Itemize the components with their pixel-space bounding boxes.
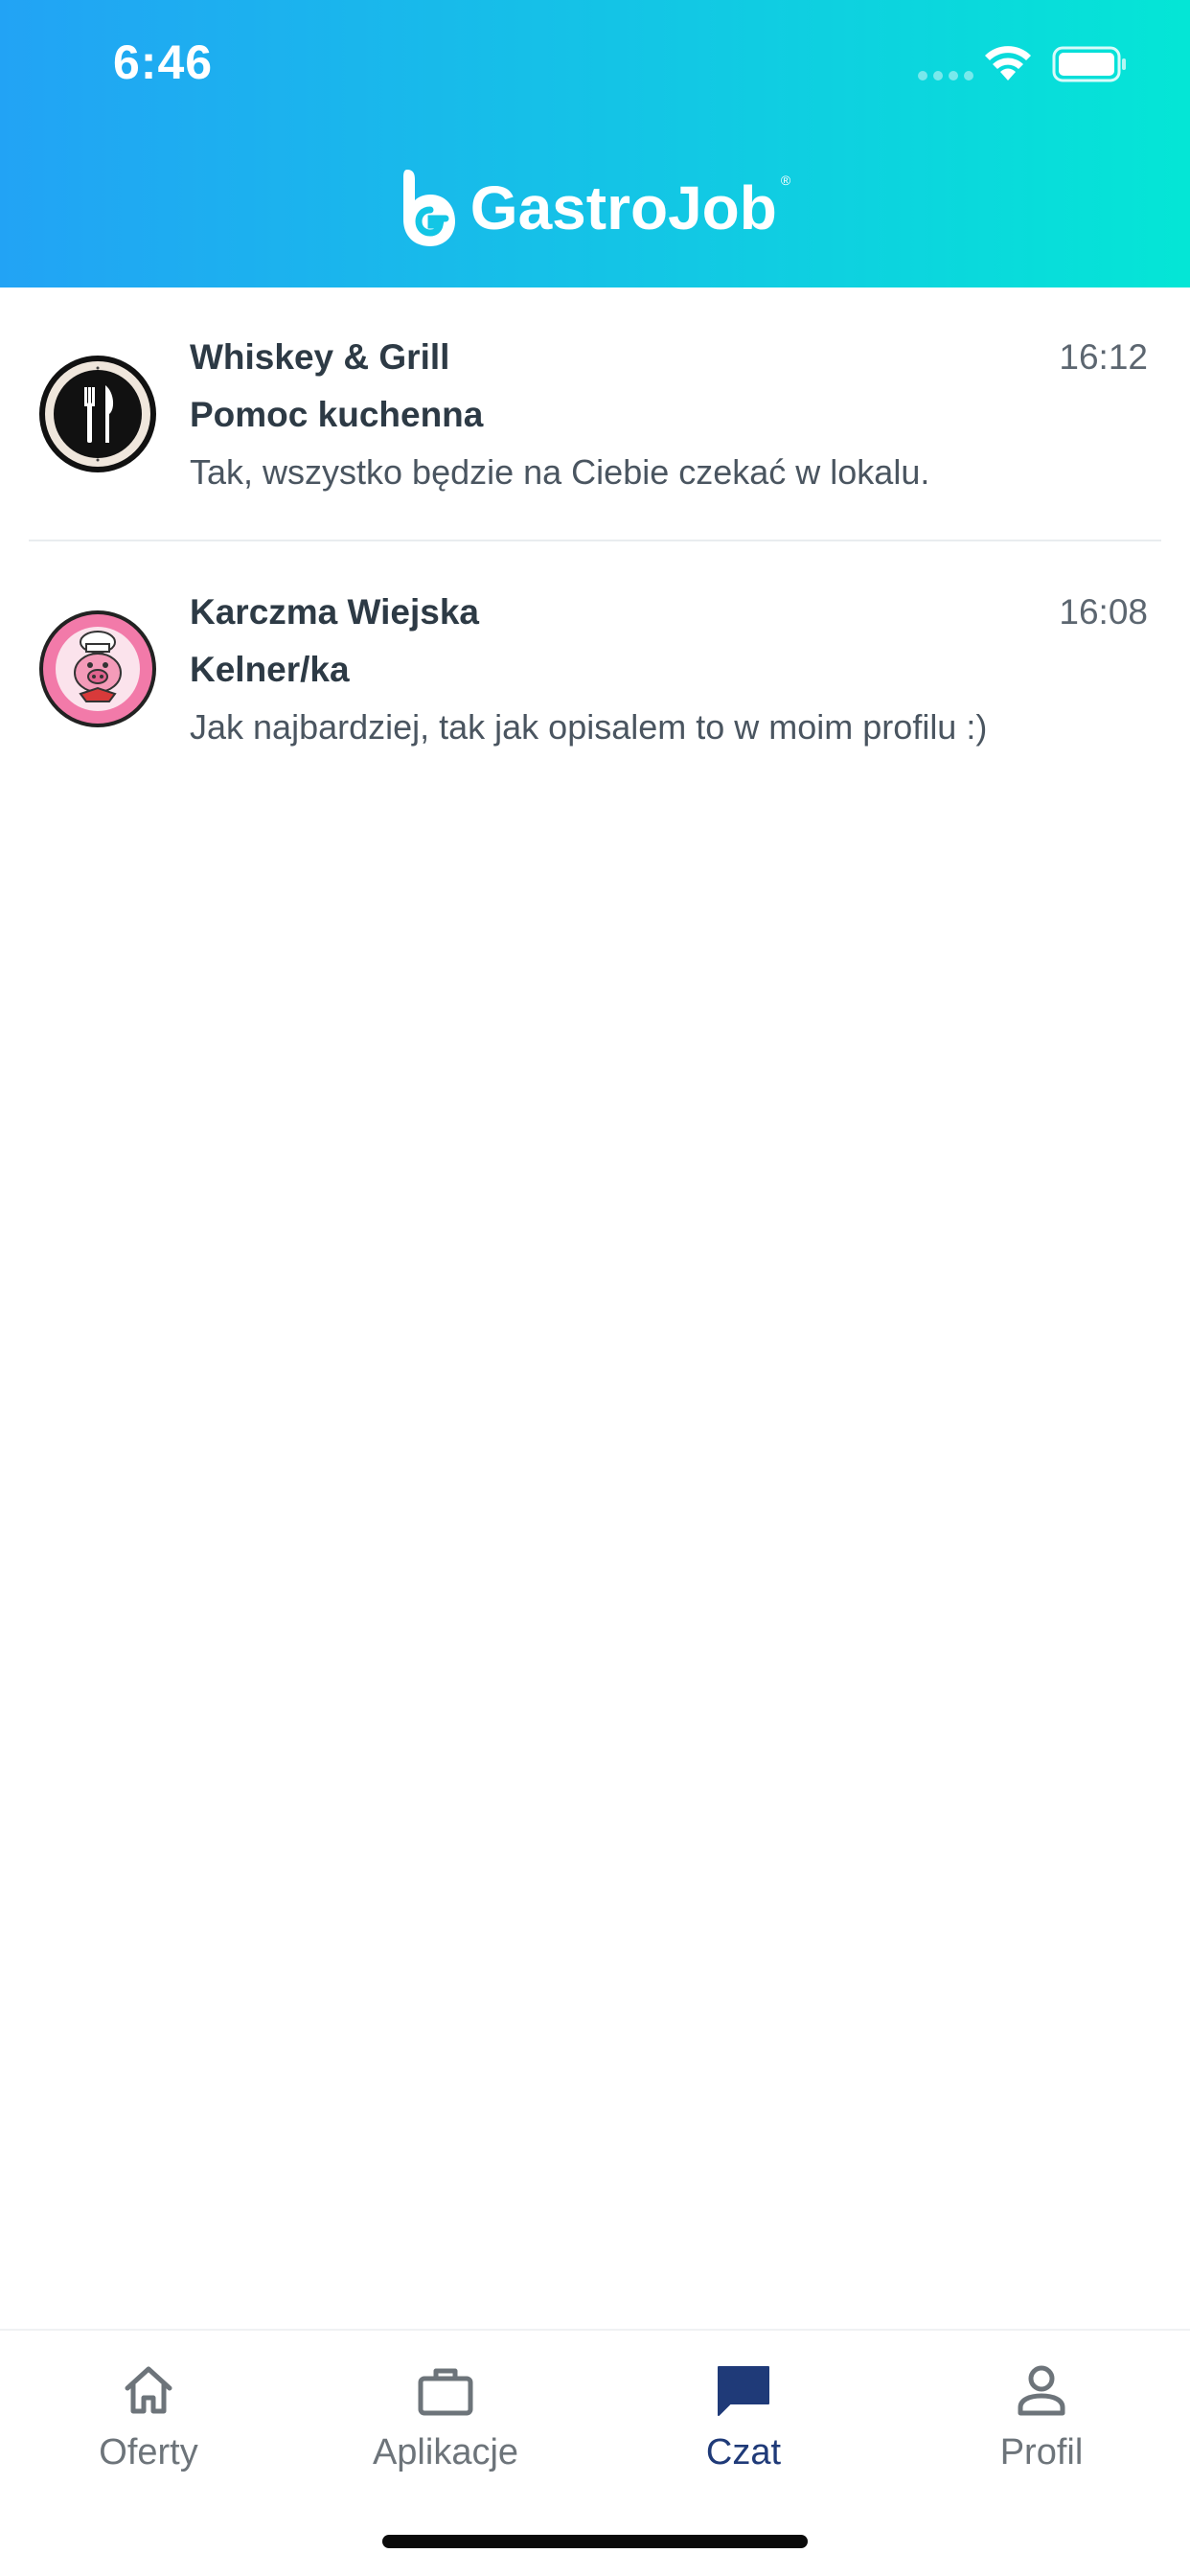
app-logo: GastroJob ® [0, 165, 1190, 251]
status-time: 6:46 [113, 35, 214, 89]
chat-last-message: Jak najbardziej, tak jak opisalem to w m… [190, 707, 988, 747]
cellular-signal-icon [918, 71, 973, 80]
fork-knife-logo-icon [39, 356, 156, 472]
tab-label: Profil [999, 2432, 1084, 2472]
chef-pig-logo-icon [39, 610, 156, 727]
home-icon [125, 2366, 172, 2414]
list-divider [29, 540, 1161, 541]
app-header: 6:46 GastroJob ® [0, 0, 1190, 288]
briefcase-icon [418, 2368, 473, 2416]
chat-restaurant-name: Whiskey & Grill [190, 337, 450, 377]
home-indicator[interactable] [382, 2535, 808, 2548]
tab-profil[interactable]: Profil [898, 2359, 1185, 2473]
wifi-icon [985, 46, 1031, 80]
person-icon [1018, 2365, 1065, 2416]
restaurant-avatar [38, 355, 157, 473]
chat-bubble-icon [718, 2366, 769, 2416]
chat-list: Whiskey & Grill Pomoc kuchenna Tak, wszy… [0, 288, 1190, 794]
tab-label: Czat [705, 2432, 782, 2472]
app-logo-text: GastroJob [469, 173, 777, 242]
tab-aplikacje[interactable]: Aplikacje [302, 2359, 589, 2473]
chat-restaurant-name: Karczma Wiejska [190, 592, 479, 632]
chat-timestamp: 16:08 [1059, 592, 1148, 632]
chat-job-title: Pomoc kuchenna [190, 395, 484, 434]
registered-mark: ® [780, 172, 791, 188]
tab-label: Aplikacje [372, 2432, 519, 2472]
tab-oferty[interactable]: Oferty [5, 2359, 292, 2473]
chat-list-item[interactable]: Karczma Wiejska Kelner/ka Jak najbardzie… [0, 542, 1190, 794]
chat-job-title: Kelner/ka [190, 650, 350, 689]
gastrojob-logo-icon [402, 170, 455, 246]
restaurant-avatar [38, 610, 157, 728]
battery-icon [1052, 46, 1126, 82]
tab-label: Oferty [99, 2432, 198, 2472]
chat-list-item[interactable]: Whiskey & Grill Pomoc kuchenna Tak, wszy… [0, 288, 1190, 542]
chat-last-message: Tak, wszystko będzie na Ciebie czekać w … [190, 452, 930, 492]
tab-czat[interactable]: Czat [600, 2359, 887, 2473]
chat-timestamp: 16:12 [1059, 337, 1148, 377]
